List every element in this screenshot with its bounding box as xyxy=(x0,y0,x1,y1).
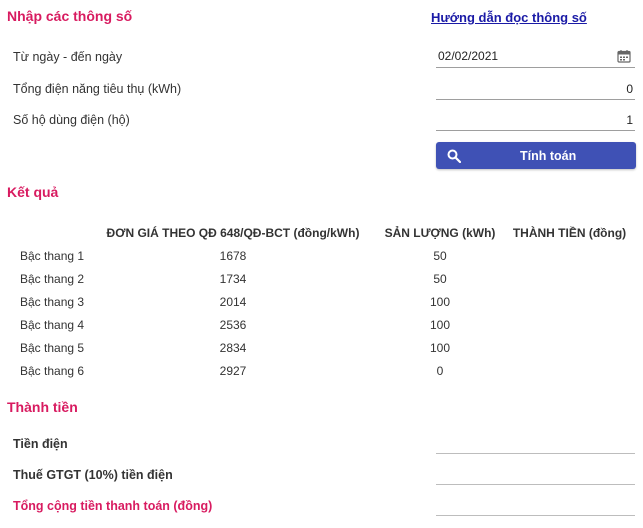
tier-label: Bậc thang 1 xyxy=(20,249,85,263)
vat-value xyxy=(436,467,635,485)
search-icon xyxy=(447,149,462,163)
calculate-button[interactable]: Tính toán xyxy=(436,142,636,169)
tier-quantity: 100 xyxy=(429,295,451,309)
column-header-quantity: SẢN LƯỢNG (kWh) xyxy=(384,226,496,240)
tier-price: 2014 xyxy=(219,295,247,309)
tier-quantity: 100 xyxy=(429,341,451,355)
electricity-cost-value xyxy=(436,436,635,454)
total-section-title: Thành tiền xyxy=(7,399,78,415)
tier-quantity: 0 xyxy=(436,364,444,378)
tier-price: 2834 xyxy=(219,341,247,355)
tier-label: Bậc thang 3 xyxy=(20,295,85,309)
input-section-title: Nhập các thông số xyxy=(7,8,133,24)
households-label: Số hộ dùng điện (hộ) xyxy=(13,113,130,127)
vat-label: Thuế GTGT (10%) tiền điện xyxy=(13,468,173,482)
tier-label: Bậc thang 6 xyxy=(20,364,85,378)
consumption-input[interactable] xyxy=(436,81,635,100)
tier-price: 1678 xyxy=(219,249,247,263)
tier-price: 2927 xyxy=(219,364,247,378)
column-header-amount: THÀNH TIỀN (đồng) xyxy=(512,226,627,240)
calculate-button-label: Tính toán xyxy=(520,148,577,163)
electricity-cost-label: Tiền điện xyxy=(13,437,68,451)
households-input[interactable] xyxy=(436,112,635,131)
result-section-title: Kết quả xyxy=(7,184,59,200)
grand-total-value xyxy=(436,498,635,516)
date-range-label: Từ ngày - đến ngày xyxy=(13,50,123,64)
tier-label: Bậc thang 4 xyxy=(20,318,85,332)
tier-label: Bậc thang 5 xyxy=(20,341,85,355)
date-range-value: 02/02/2021 xyxy=(438,49,499,63)
tier-price: 1734 xyxy=(219,272,247,286)
date-range-field[interactable]: 02/02/2021 xyxy=(436,48,635,68)
help-link[interactable]: Hướng dẫn đọc thông số xyxy=(431,10,587,25)
tier-quantity: 50 xyxy=(433,272,447,286)
tier-label: Bậc thang 2 xyxy=(20,272,85,286)
grand-total-label: Tổng cộng tiền thanh toán (đồng) xyxy=(13,499,213,513)
tier-quantity: 50 xyxy=(433,249,447,263)
consumption-label: Tổng điện năng tiêu thụ (kWh) xyxy=(13,82,182,96)
column-header-price: ĐƠN GIÁ THEO QĐ 648/QĐ-BCT (đồng/kWh) xyxy=(106,226,360,240)
tier-price: 2536 xyxy=(219,318,247,332)
tier-quantity: 100 xyxy=(429,318,451,332)
calendar-icon[interactable] xyxy=(617,49,631,63)
